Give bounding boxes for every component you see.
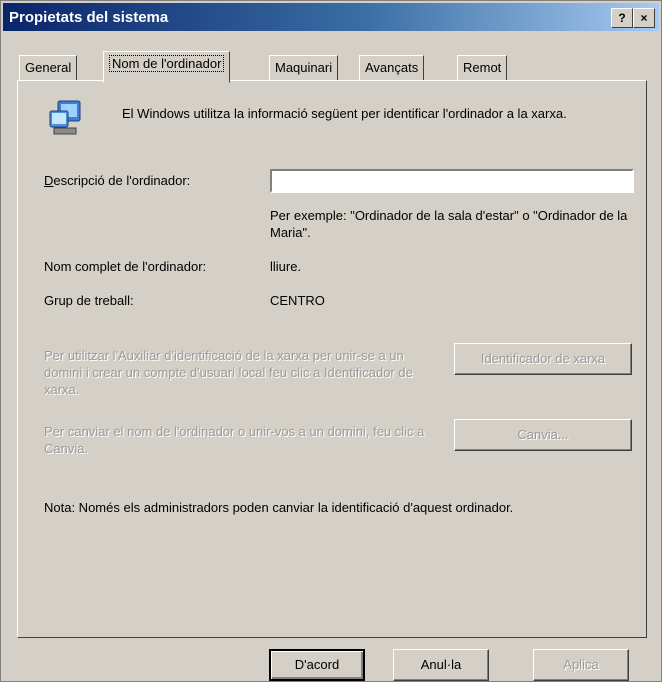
description-label: Descripció de l'ordinador: [44,173,191,188]
tab-advanced[interactable]: Avançats [359,55,425,81]
computer-name-panel: El Windows utilitza la informació següen… [17,80,647,638]
change-button[interactable]: Canvia... [454,419,632,451]
ok-button[interactable]: D'acord [269,649,365,681]
apply-button[interactable]: Aplica [533,649,629,681]
workgroup-label: Grup de treball: [44,293,134,308]
network-id-button[interactable]: Identificador de xarxa [454,343,632,375]
tab-hardware[interactable]: Maquinari [269,55,339,81]
full-name-value: lliure. [270,259,302,274]
tab-remote[interactable]: Remot [457,55,508,81]
intro-text: El Windows utilitza la informació següen… [122,106,567,121]
cancel-button[interactable]: Anul·la [393,649,489,681]
change-text: Per canviar el nom de l'ordinador o unir… [44,424,425,456]
help-button[interactable]: ? [611,8,633,28]
title-bar[interactable]: Propietats del sistema ? × [3,3,659,31]
full-name-label: Nom complet de l'ordinador: [44,259,207,274]
workgroup-value: CENTRO [270,293,325,308]
description-input[interactable] [270,169,634,193]
window-title: Propietats del sistema [9,9,169,26]
example-text: Per exemple: "Ordinador de la sala d'est… [270,208,628,240]
description-label-text: escripció de l'ordinador: [53,173,191,188]
tab-computer-name[interactable]: Nom de l'ordinador [103,51,231,83]
tab-computer-name-label: Nom de l'ordinador [109,55,225,72]
system-properties-window: Propietats del sistema ? × General Nom d… [0,0,662,682]
tab-general[interactable]: General [19,55,78,81]
close-button[interactable]: × [633,8,655,28]
admin-note: Nota: Només els administradors poden can… [44,500,514,515]
network-id-text: Per utilitzar l'Auxiliar d'identificació… [44,348,413,397]
computer-network-icon [49,100,81,135]
